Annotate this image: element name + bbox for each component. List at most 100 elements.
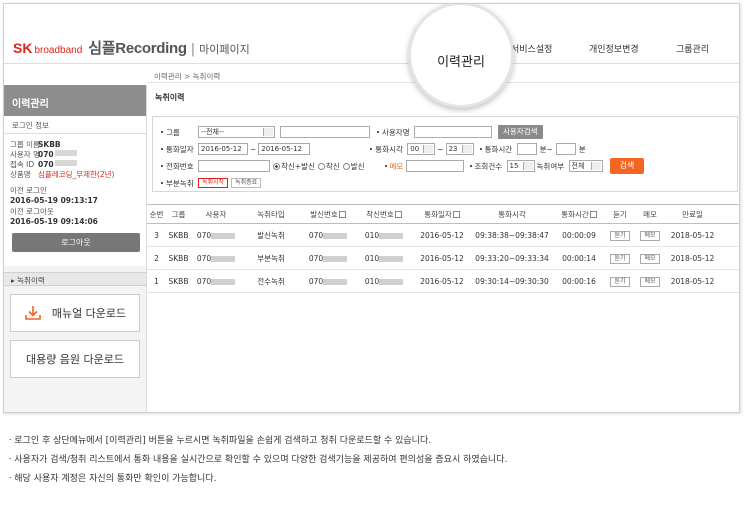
col-from[interactable]: 발신번호 (301, 209, 355, 220)
header: SK broadband 심플Recording | 마이페이지 서비스설정 개… (4, 4, 739, 64)
cell-user: 070 (191, 277, 241, 286)
cell-type: 발신녹취 (257, 230, 285, 240)
redacted-block (211, 255, 236, 262)
info-value: 070 (38, 150, 54, 159)
sidebar-item-label: 녹취이력 (17, 276, 45, 285)
cell-no: 3 (154, 230, 159, 240)
redacted-block (323, 278, 348, 285)
nav-personal-info[interactable]: 개인정보변경 (589, 42, 639, 55)
bulk-audio-download-label: 대용량 음원 다운로드 (25, 353, 125, 366)
cell-from: 070 (301, 277, 355, 286)
cell-group: SKBB (168, 230, 189, 240)
date-from-input[interactable]: 2016-05-12 (198, 143, 248, 155)
memo-button[interactable]: 메모 (640, 253, 660, 264)
col-expire: 만료일 (682, 209, 703, 219)
sidebar-item-recording-history[interactable]: ▸ 녹취이력 (4, 272, 146, 286)
table-row[interactable]: 1 SKBB 070 전수녹취 070 010 2016-05-12 09:30… (147, 270, 739, 293)
info-key: 그룹 이름 (10, 140, 40, 149)
col-memo: 메모 (643, 209, 657, 219)
logo-sk: SK (13, 40, 33, 56)
cell-user: 070 (191, 254, 241, 263)
memo-button[interactable]: 메모 (640, 276, 660, 287)
cell-expire: 2018-05-12 (670, 253, 715, 263)
radio-outgoing[interactable] (342, 162, 350, 170)
nav-group-management[interactable]: 그룹관리 (676, 42, 709, 55)
memo-button[interactable]: 메모 (640, 230, 660, 241)
partial-label: 부분녹취 (166, 178, 194, 188)
cell-from: 070 (301, 254, 355, 263)
search-panel: 그룹 --전체-- 사용자명 사용자검색 통화일자 2016-05-12 ~ 2… (152, 116, 738, 192)
cell-to: 010 (355, 254, 413, 263)
prev-login-label: 이전 로그인 (10, 186, 47, 195)
partial-end-button[interactable]: 녹취종료 (231, 178, 262, 188)
service-name: 심플Recording (88, 40, 187, 57)
minute-unit-from: 분~ (539, 144, 553, 154)
sort-checkbox[interactable] (452, 211, 460, 218)
info-value: 070 (38, 160, 54, 169)
search-button[interactable]: 검색 (609, 158, 645, 174)
col-user: 사용자 (205, 209, 227, 219)
info-value: 심플레코딩_무제한(2년) (38, 170, 115, 179)
col-no: 순번 (149, 209, 164, 219)
manual-download-button[interactable]: 매뉴얼 다운로드 (10, 294, 140, 332)
listen-button[interactable]: 듣기 (610, 230, 630, 241)
logo-broadband: broadband (34, 45, 83, 56)
duration-to-input[interactable] (555, 143, 576, 155)
sort-checkbox[interactable] (589, 211, 597, 218)
prev-logout-time: 2016-05-19 09:14:06 (10, 217, 98, 226)
login-info-header: 로그인 정보 (4, 116, 146, 134)
col-duration[interactable]: 통화시간 (553, 209, 605, 220)
table-row[interactable]: 3 SKBB 070 발신녹취 070 010 2016-05-12 09:38… (147, 224, 739, 247)
col-date[interactable]: 통화일자 (413, 209, 471, 220)
sort-checkbox[interactable] (394, 211, 402, 218)
group-text-input[interactable] (280, 126, 370, 138)
sort-checkbox[interactable] (338, 211, 346, 218)
redacted-block (54, 150, 77, 156)
logo[interactable]: SK broadband 심플Recording | 마이페이지 (13, 37, 250, 58)
redacted-block (323, 232, 348, 239)
phone-input[interactable] (198, 160, 270, 172)
info-key: 사용자 명 (10, 150, 40, 159)
listen-button[interactable]: 듣기 (610, 276, 630, 287)
user-search-button[interactable]: 사용자검색 (498, 125, 543, 139)
date-to-input[interactable]: 2016-05-12 (258, 143, 311, 155)
cell-time: 09:38:38~09:38:47 (475, 230, 549, 240)
memo-input[interactable] (405, 160, 464, 172)
sidebar: 이력관리 로그인 정보 그룹 이름 SKBB 사용자 명 070 접속 ID 0… (4, 67, 147, 412)
cell-no: 2 (154, 253, 159, 263)
logout-button[interactable]: 로그아웃 (12, 233, 140, 252)
minute-unit-to: 분 (578, 144, 586, 154)
duration-from-input[interactable] (516, 143, 537, 155)
nav-service-settings[interactable]: 서비스설정 (511, 42, 552, 55)
redacted-block (323, 255, 348, 262)
time-label: 통화시각 (375, 144, 403, 154)
search-row-2: 통화일자 2016-05-12 ~ 2016-05-12 통화시각 00 ~ 2… (161, 142, 586, 156)
cell-duration: 00:00:16 (562, 276, 596, 286)
time-from-select[interactable]: 00 (407, 143, 436, 155)
download-icon (25, 306, 41, 320)
bulk-audio-download-button[interactable]: 대용량 음원 다운로드 (10, 340, 140, 378)
col-to[interactable]: 착신번호 (355, 209, 413, 220)
cell-date: 2016-05-12 (420, 253, 464, 263)
radio-incoming[interactable] (317, 162, 325, 170)
cell-expire: 2018-05-12 (670, 230, 715, 240)
cell-from: 070 (301, 231, 355, 240)
cell-expire: 2018-05-12 (670, 276, 715, 286)
record-select[interactable]: 전체 (568, 160, 603, 172)
col-group: 그룹 (171, 209, 186, 219)
nav-history-management-highlight[interactable]: 이력관리 (408, 4, 514, 108)
radio-both[interactable] (273, 162, 280, 170)
user-name-input[interactable] (414, 126, 492, 138)
date-label: 통화일자 (166, 144, 194, 154)
partial-start-button[interactable]: 녹취시작 (198, 178, 229, 188)
group-select[interactable]: --전체-- (198, 126, 275, 138)
listen-button[interactable]: 듣기 (610, 253, 630, 264)
table-row[interactable]: 2 SKBB 070 부분녹취 070 010 2016-05-12 09:33… (147, 247, 739, 270)
redacted-block (211, 278, 236, 285)
time-to-select[interactable]: 23 (445, 143, 474, 155)
nav-history-management[interactable]: 이력관리 (437, 51, 485, 70)
cell-date: 2016-05-12 (420, 276, 464, 286)
cell-date: 2016-05-12 (420, 230, 464, 240)
count-select[interactable]: 15 (506, 160, 535, 172)
search-row-1: 그룹 --전체-- 사용자명 사용자검색 (161, 125, 543, 139)
